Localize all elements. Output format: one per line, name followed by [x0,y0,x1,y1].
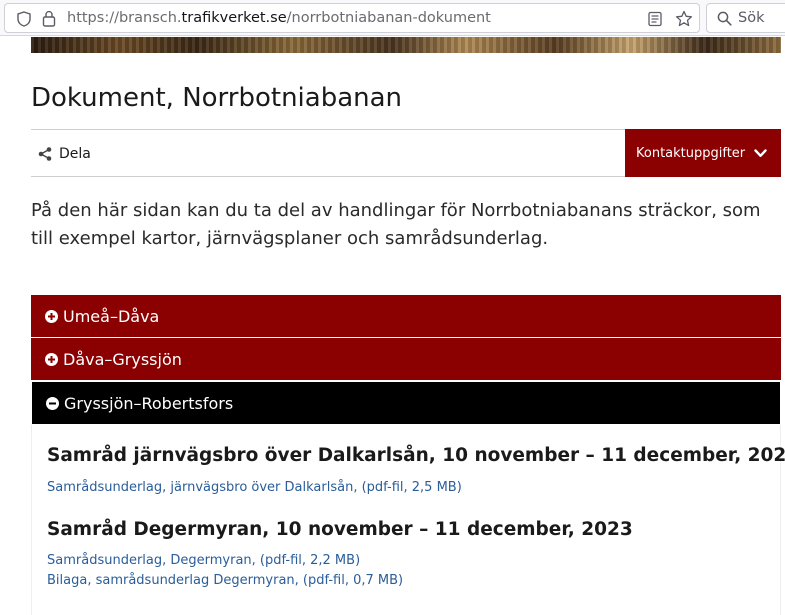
contact-info-label: Kontaktuppgifter [636,145,746,161]
accordion-label: Gryssjön–Robertsfors [64,393,234,413]
document-link[interactable]: Samrådsunderlag, järnvägsbro över Dalkar… [47,480,462,495]
search-icon [717,11,732,26]
section-title: Samråd järnvägsbro över Dalkarlsån, 10 n… [47,445,785,466]
chevron-down-icon [754,148,767,157]
url-path: /norrbotniabanan-dokument [286,10,491,26]
share-button[interactable]: Dela [37,144,91,164]
document-link[interactable]: Samrådsunderlag, Degermyran, (pdf-fil, 2… [47,553,360,568]
share-icon [38,147,52,161]
contact-info-button[interactable]: Kontaktuppgifter [625,129,781,177]
share-bar: Dela Kontaktuppgifter [31,129,781,177]
intro-text: På den här sidan kan du ta del av handli… [31,200,761,249]
url-text[interactable]: https://bransch.trafikverket.se/norrbotn… [67,10,491,26]
accordion-label: Dåva–Gryssjön [63,349,182,369]
accordion-label: Umeå–Dåva [63,306,160,326]
minus-circle-icon [46,396,59,410]
hero-image [31,37,781,53]
lock-icon[interactable] [42,10,56,27]
browser-toolbar: https://bransch.trafikverket.se/norrbotn… [0,0,785,36]
document-link[interactable]: Bilaga, samrådsunderlag Degermyran, (pdf… [47,573,403,588]
accordion: Umeå–Dåva Dåva–Gryssjön Gryssjön–Roberts… [31,295,781,425]
reader-view-icon[interactable] [647,11,663,27]
url-prefix: https://bransch. [67,10,182,26]
plus-circle-icon [45,309,58,323]
browser-search-box[interactable]: Sök [706,3,785,33]
section-title: Samråd Degermyran, 10 november – 11 dece… [47,519,633,540]
url-domain: trafikverket.se [181,10,287,26]
page-title: Dokument, Norrbotniabanan [31,83,403,113]
page-content: Dokument, Norrbotniabanan Dela Kontaktup… [0,37,785,615]
plus-circle-icon [45,352,58,366]
accordion-panel: Samråd järnvägsbro över Dalkarlsån, 10 n… [31,425,785,615]
shield-icon[interactable] [17,11,31,27]
accordion-item-umea-dava[interactable]: Umeå–Dåva [31,295,781,338]
bookmark-star-icon[interactable] [675,10,693,28]
share-label: Dela [59,146,91,162]
url-bar[interactable]: https://bransch.trafikverket.se/norrbotn… [4,3,700,33]
search-placeholder: Sök [738,10,765,26]
accordion-item-dava-gryssjon[interactable]: Dåva–Gryssjön [31,338,781,381]
accordion-item-gryssjon-robertsfors[interactable]: Gryssjön–Robertsfors [31,381,781,425]
